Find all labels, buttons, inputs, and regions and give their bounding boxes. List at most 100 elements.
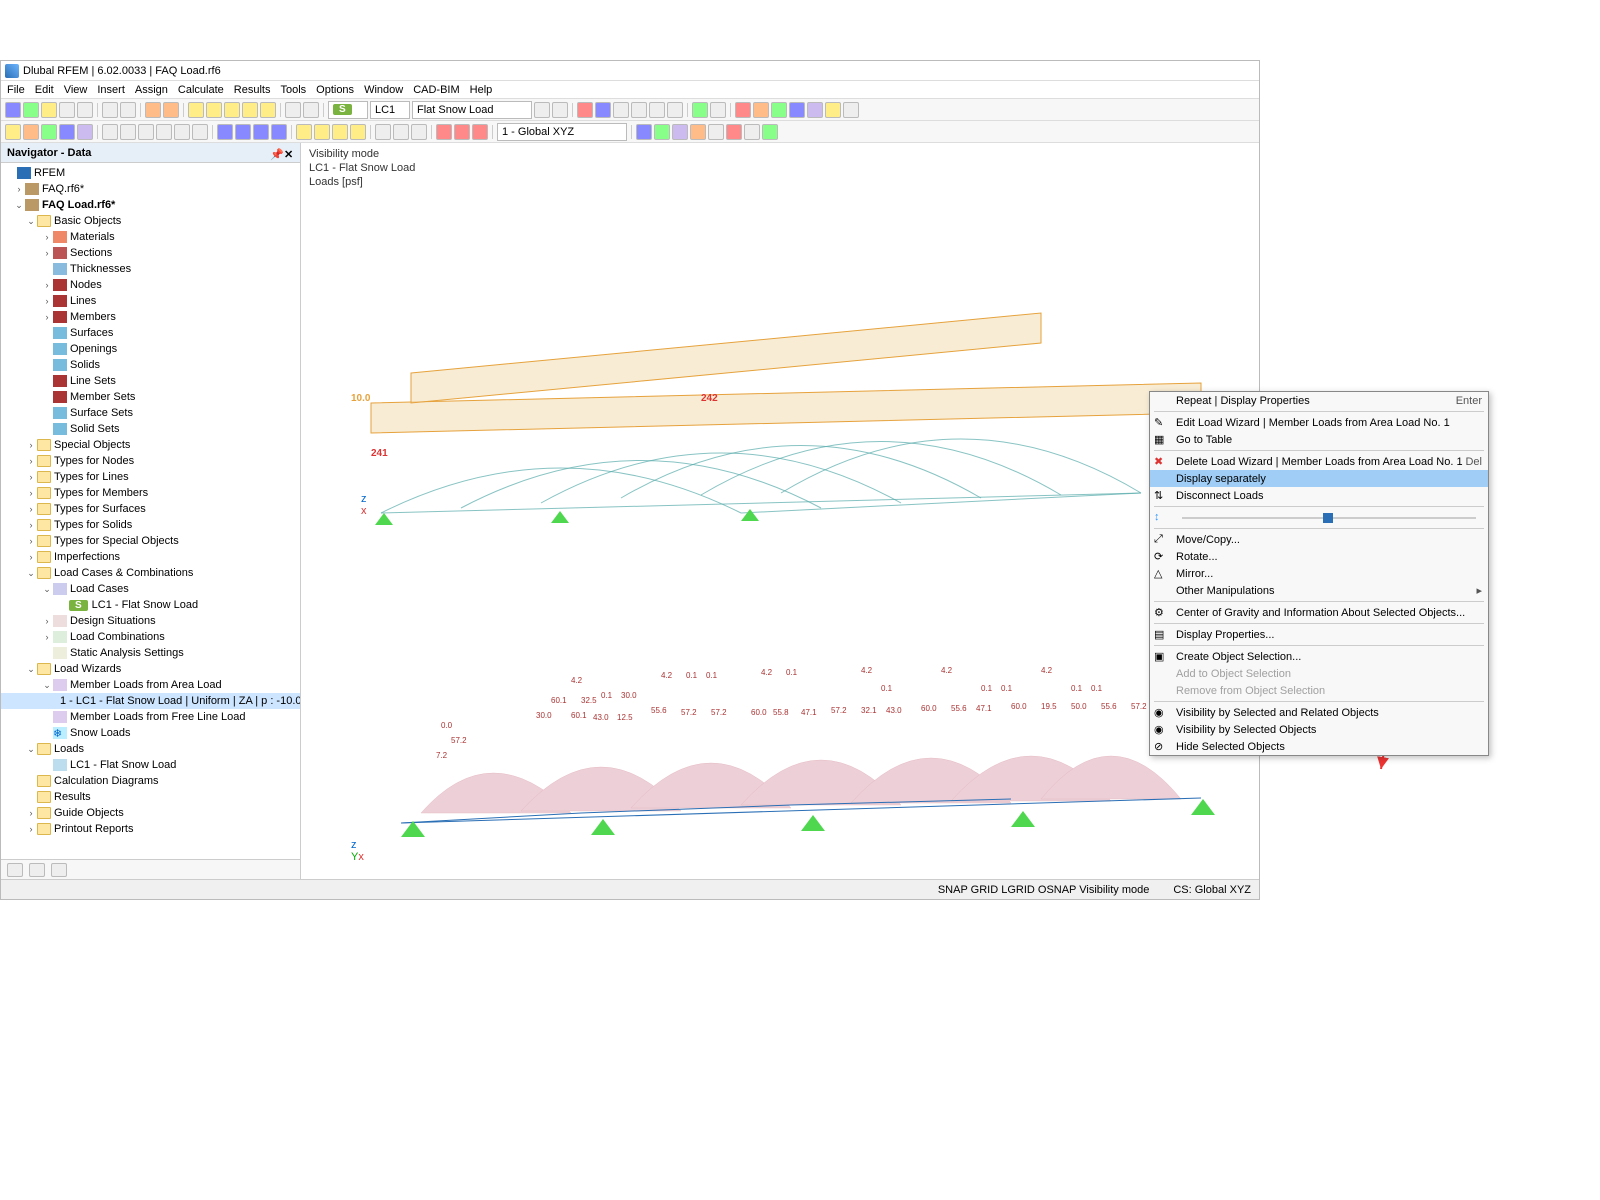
toolbar-row-1[interactable]: S LC1 Flat Snow Load xyxy=(1,99,1259,121)
yellow-icon[interactable] xyxy=(825,102,841,118)
open-icon[interactable] xyxy=(23,102,39,118)
lcc[interactable]: Load Cases & Combinations xyxy=(54,567,193,579)
view4-icon[interactable] xyxy=(667,102,683,118)
context-menu[interactable]: Repeat | Display PropertiesEnter ✎Edit L… xyxy=(1149,391,1489,756)
ctx-repeat[interactable]: Repeat | Display PropertiesEnter xyxy=(1150,392,1488,409)
navigator-bottom-tabs[interactable] xyxy=(1,859,300,879)
close-icon[interactable]: ✕ xyxy=(284,148,294,158)
t22-icon[interactable] xyxy=(654,124,670,140)
ctx-delete-wizard[interactable]: ✖Delete Load Wizard | Member Loads from … xyxy=(1150,453,1488,470)
run-icon[interactable] xyxy=(692,102,708,118)
menu-assign[interactable]: Assign xyxy=(135,84,168,96)
t16-icon[interactable] xyxy=(393,124,409,140)
green-icon[interactable] xyxy=(771,102,787,118)
menu-results[interactable]: Results xyxy=(234,84,271,96)
t2-icon[interactable] xyxy=(120,124,136,140)
group-types-for-nodes[interactable]: ›Types for Nodes xyxy=(1,453,300,469)
t25-icon[interactable] xyxy=(708,124,724,140)
t3-icon[interactable] xyxy=(138,124,154,140)
loadcase-badge-dropdown[interactable]: S xyxy=(328,101,368,119)
ctx-slider[interactable]: ↕ xyxy=(1150,509,1488,526)
prev-case-icon[interactable] xyxy=(534,102,550,118)
t6-icon[interactable] xyxy=(192,124,208,140)
static-analysis[interactable]: Static Analysis Settings xyxy=(70,647,184,659)
t17-icon[interactable] xyxy=(411,124,427,140)
zoom-icon[interactable] xyxy=(188,102,204,118)
print-icon[interactable] xyxy=(77,102,93,118)
results-icon[interactable] xyxy=(710,102,726,118)
basic-surfaces[interactable]: Surfaces xyxy=(1,325,300,341)
line-tool-icon[interactable] xyxy=(23,124,39,140)
basic-objects[interactable]: Basic Objects xyxy=(54,215,121,227)
mlfa-item-selected[interactable]: 1 - LC1 - Flat Snow Load | Uniform | ZA … xyxy=(60,695,300,707)
t15-icon[interactable] xyxy=(375,124,391,140)
paste-icon[interactable] xyxy=(120,102,136,118)
ctx-visibility-selected[interactable]: ◉Visibility by Selected Objects xyxy=(1150,721,1488,738)
ctx-display-props[interactable]: ▤Display Properties... xyxy=(1150,626,1488,643)
nav-tab-data-icon[interactable] xyxy=(7,863,23,877)
toggle1-icon[interactable] xyxy=(285,102,301,118)
group-types-for-lines[interactable]: ›Types for Lines xyxy=(1,469,300,485)
basic-lines[interactable]: ›Lines xyxy=(1,293,300,309)
node-tool-icon[interactable] xyxy=(5,124,21,140)
menu-cadbim[interactable]: CAD-BIM xyxy=(413,84,459,96)
basic-line-sets[interactable]: Line Sets xyxy=(1,373,300,389)
new-icon[interactable] xyxy=(5,102,21,118)
group-types-for-surfaces[interactable]: ›Types for Surfaces xyxy=(1,501,300,517)
t18-icon[interactable] xyxy=(436,124,452,140)
menu-calculate[interactable]: Calculate xyxy=(178,84,224,96)
nav-calculation-diagrams[interactable]: Calculation Diagrams xyxy=(1,773,300,789)
basic-materials[interactable]: ›Materials xyxy=(1,229,300,245)
snow-loads[interactable]: Snow Loads xyxy=(70,727,131,739)
design-sit[interactable]: Design Situations xyxy=(70,615,156,627)
loads[interactable]: Loads xyxy=(54,743,84,755)
nav-tab-camera-icon[interactable] xyxy=(51,863,67,877)
nav-tab-eye-icon[interactable] xyxy=(29,863,45,877)
t13-icon[interactable] xyxy=(332,124,348,140)
nav-results[interactable]: Results xyxy=(1,789,300,805)
pin-icon[interactable]: 📌 xyxy=(270,148,280,158)
menu-window[interactable]: Window xyxy=(364,84,403,96)
ctx-other-manip[interactable]: Other Manipulations▸ xyxy=(1150,582,1488,599)
menu-insert[interactable]: Insert xyxy=(97,84,125,96)
mlfa[interactable]: Member Loads from Area Load xyxy=(70,679,222,691)
nav-guide-objects[interactable]: ›Guide Objects xyxy=(1,805,300,821)
t19-icon[interactable] xyxy=(454,124,470,140)
redo-icon[interactable] xyxy=(163,102,179,118)
root-rfem[interactable]: RFEM xyxy=(34,167,65,179)
view3-icon[interactable] xyxy=(649,102,665,118)
basic-openings[interactable]: Openings xyxy=(1,341,300,357)
lc1-node[interactable]: LC1 - Flat Snow Load xyxy=(92,599,198,611)
load-cases[interactable]: Load Cases xyxy=(70,583,129,595)
ctx-edit-wizard[interactable]: ✎Edit Load Wizard | Member Loads from Ar… xyxy=(1150,414,1488,431)
slider-thumb[interactable] xyxy=(1323,513,1333,523)
filter-icon[interactable] xyxy=(577,102,593,118)
view2-icon[interactable] xyxy=(631,102,647,118)
orange-icon[interactable] xyxy=(753,102,769,118)
basic-member-sets[interactable]: Member Sets xyxy=(1,389,300,405)
ctx-create-selection[interactable]: ▣Create Object Selection... xyxy=(1150,648,1488,665)
t23-icon[interactable] xyxy=(672,124,688,140)
basic-thicknesses[interactable]: Thicknesses xyxy=(1,261,300,277)
menu-view[interactable]: View xyxy=(64,84,88,96)
copy-icon[interactable] xyxy=(102,102,118,118)
menu-tools[interactable]: Tools xyxy=(280,84,306,96)
view1-icon[interactable] xyxy=(613,102,629,118)
reset-view-icon[interactable] xyxy=(260,102,276,118)
group-special-objects[interactable]: ›Special Objects xyxy=(1,437,300,453)
saveall-icon[interactable] xyxy=(59,102,75,118)
t20-icon[interactable] xyxy=(472,124,488,140)
t7-icon[interactable] xyxy=(217,124,233,140)
t8-icon[interactable] xyxy=(235,124,251,140)
t24-icon[interactable] xyxy=(690,124,706,140)
ctx-rotate[interactable]: ⟳Rotate... xyxy=(1150,548,1488,565)
t26-icon[interactable] xyxy=(726,124,742,140)
member-tool-icon[interactable] xyxy=(41,124,57,140)
ctx-display-separately[interactable]: Display separately xyxy=(1150,470,1488,487)
t14-icon[interactable] xyxy=(350,124,366,140)
t28-icon[interactable] xyxy=(762,124,778,140)
save-icon[interactable] xyxy=(41,102,57,118)
group-imperfections[interactable]: ›Imperfections xyxy=(1,549,300,565)
t10-icon[interactable] xyxy=(271,124,287,140)
menu-help[interactable]: Help xyxy=(470,84,493,96)
